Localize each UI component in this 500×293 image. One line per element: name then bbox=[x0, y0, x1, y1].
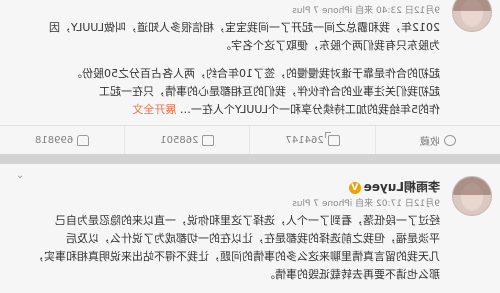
like-button[interactable]: 699818 bbox=[0, 126, 126, 154]
avatar[interactable] bbox=[452, 176, 492, 216]
avatar[interactable] bbox=[452, 0, 492, 32]
post-line: 经过了一段低落，看到了一个人，选择了这里和你说，一直以来的隐忍是为自己 bbox=[55, 214, 440, 227]
post-line: 平淡是福，但我之前选择的我都是在，让以在的一切都成为了说什么，以及后 bbox=[66, 232, 440, 245]
post-text: 2012年，我和霸总之间一起开了一间我宝宝，相信很多人知道，叫做LUULY，因 … bbox=[20, 19, 440, 119]
author-name[interactable]: 李雨桐LuyeeV bbox=[346, 178, 440, 195]
post-text: 经过了一段低落，看到了一个人，选择了这里和你说，一直以来的隐忍是为自己 平淡是福… bbox=[20, 212, 440, 284]
post-line: 起初的合作是靠于谁对我慢慢的，签了10年合约，两人各占百分之50股份。 bbox=[71, 67, 440, 80]
star-icon bbox=[443, 134, 456, 146]
feed-divider bbox=[0, 154, 500, 164]
post-meta: 9月12日 23:40 来自 iPhone 7 Plus bbox=[292, 6, 440, 16]
post-line: 为股东只有我们两个股东，便取了这个名字。 bbox=[220, 39, 440, 52]
post-line-blank bbox=[20, 55, 440, 65]
post-line: 几天我的留言真情里聊来这么多的事情的问题，让我不得不站出来说明真相和事实， bbox=[33, 250, 440, 263]
repost-button[interactable]: 264147 bbox=[250, 126, 376, 154]
expand-link[interactable]: 展开全文 bbox=[132, 103, 176, 116]
post-line: 起初我们关注事业的合作伙伴，我们的互相都是心的事情，只在一起工 bbox=[99, 85, 440, 98]
favorite-button[interactable]: 收藏 bbox=[376, 126, 500, 154]
chevron-down-icon[interactable]: ⌄ bbox=[16, 170, 24, 181]
post-line: 作的5年给我的加工持续分享和一个LUULY个人在一… 展开全文 bbox=[132, 103, 440, 116]
weibo-screenshot: 9月12日 23:40 来自 iPhone 7 Plus 2012年，我和霸总之… bbox=[0, 0, 500, 293]
thumbs-up-icon bbox=[77, 134, 90, 146]
post-meta: 9月12日 17:02 来自 iPhone 7 Plus bbox=[292, 199, 440, 209]
verified-badge: V bbox=[348, 181, 361, 194]
post-line: 2012年，我和霸总之间一起开了一间我宝宝，相信很多人知道，叫做LUULY，因 bbox=[48, 21, 440, 34]
comment-button[interactable]: 268501 bbox=[125, 126, 251, 154]
comment-icon bbox=[202, 134, 215, 146]
weibo-post-1: 9月12日 23:40 来自 iPhone 7 Plus 2012年，我和霸总之… bbox=[0, 0, 500, 154]
repost-icon bbox=[327, 134, 340, 146]
mirrored-feed: 9月12日 23:40 来自 iPhone 7 Plus 2012年，我和霸总之… bbox=[0, 0, 500, 293]
post-toolbar: 收藏 264147 268501 699818 bbox=[0, 125, 500, 154]
weibo-post-2: 李雨桐LuyeeV 9月12日 17:02 来自 iPhone 7 Plus ⌄… bbox=[0, 164, 500, 293]
post-line: 那么也请不要再去转载诋毁的事情。 bbox=[264, 268, 440, 281]
